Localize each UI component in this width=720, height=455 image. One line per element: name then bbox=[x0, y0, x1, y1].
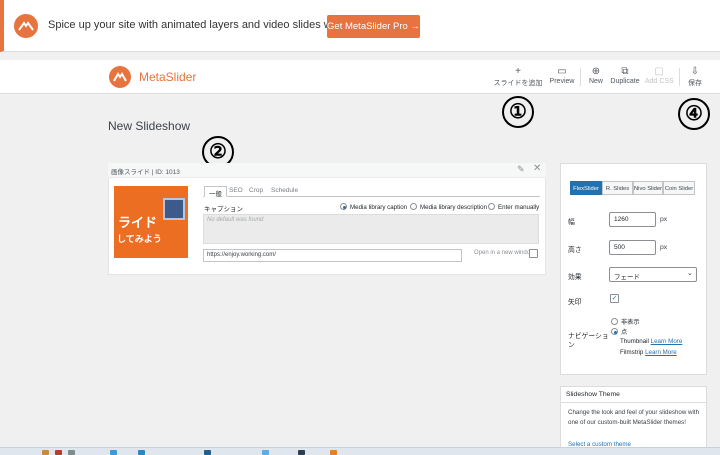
toolbar-divider bbox=[679, 68, 680, 86]
taskbar-app-icon[interactable] bbox=[68, 450, 75, 455]
width-input[interactable]: 1260 bbox=[609, 212, 656, 227]
slide-card-title: 画像スライド | ID: 1013 bbox=[111, 169, 180, 176]
add-css-label: Add CSS bbox=[645, 78, 674, 85]
theme-panel-title: Slideshow Theme bbox=[566, 391, 620, 398]
radio[interactable] bbox=[410, 203, 417, 210]
tab-seo[interactable]: SEO bbox=[225, 186, 247, 197]
toolbar-divider bbox=[580, 68, 581, 86]
video-icon: ▭ bbox=[557, 66, 567, 77]
caption-source-option[interactable]: Media library description bbox=[410, 203, 487, 212]
new-button[interactable]: ⊕ New bbox=[586, 66, 606, 90]
caption-label: キャプション bbox=[204, 206, 243, 213]
metaslider-logo-icon bbox=[14, 14, 38, 38]
plus-icon: + bbox=[515, 66, 521, 77]
caption-source-label: Media library caption bbox=[350, 204, 408, 211]
arrows-label: 矢印 bbox=[568, 299, 582, 306]
radio[interactable] bbox=[488, 203, 495, 210]
nav-option-label: 非表示 bbox=[621, 319, 640, 326]
effect-select[interactable]: フェード bbox=[609, 267, 697, 282]
nav-option-thumbnail[interactable]: Thumbnail Learn More bbox=[620, 338, 682, 345]
radio-selected[interactable] bbox=[340, 203, 347, 210]
navigation-label: ン bbox=[568, 342, 575, 349]
save-label: 保存 bbox=[688, 80, 702, 87]
taskbar-app-icon[interactable] bbox=[55, 450, 62, 455]
nav-option-label: Thumbnail bbox=[620, 338, 649, 345]
new-window-checkbox[interactable] bbox=[529, 249, 538, 258]
tab-general[interactable]: 一般 bbox=[204, 186, 227, 198]
save-icon: ⇩ bbox=[690, 66, 700, 77]
arrows-checkbox[interactable]: ✓ bbox=[610, 294, 619, 303]
close-icon[interactable]: ✕ bbox=[533, 163, 541, 174]
nav-option-filmstrip[interactable]: Filmstrip Learn More bbox=[620, 349, 677, 356]
save-button[interactable]: ⇩ 保存 bbox=[684, 66, 706, 90]
taskbar-app-icon[interactable] bbox=[262, 450, 269, 455]
thumbnail-illustration bbox=[163, 198, 185, 220]
caption-source-option[interactable]: Media library caption bbox=[340, 203, 407, 212]
url-input[interactable]: https://enjoy.working.com/ bbox=[203, 249, 462, 262]
preview-button[interactable]: ▭ Preview bbox=[548, 66, 576, 90]
taskbar-app-icon[interactable] bbox=[330, 450, 337, 455]
caption-source-label: Enter manually bbox=[498, 204, 540, 211]
height-unit: px bbox=[660, 244, 668, 251]
theme-divider bbox=[560, 402, 707, 403]
theme-description: Change the look and feel of your slidesh… bbox=[568, 409, 700, 426]
annotation-4: ④ bbox=[678, 98, 710, 130]
height-input[interactable]: 500 bbox=[609, 240, 656, 255]
nav-option-hidden[interactable]: 非表示 bbox=[611, 317, 640, 326]
effect-label: 効果 bbox=[568, 274, 582, 281]
get-pro-button[interactable]: Get MetaSlider Pro → bbox=[327, 15, 420, 38]
nav-option-label: 点 bbox=[621, 329, 628, 336]
taskbar-app-icon[interactable] bbox=[110, 450, 117, 455]
caption-source-label: Media library description bbox=[420, 204, 488, 211]
duplicate-button[interactable]: ⧉ Duplicate bbox=[608, 66, 642, 90]
slider-type-coin[interactable]: Coin Slider bbox=[663, 181, 695, 195]
new-window-label: Open in a new window bbox=[474, 250, 535, 256]
add-slide-button[interactable]: + スライドを追加 bbox=[492, 66, 544, 90]
learn-more-link[interactable]: Learn More bbox=[645, 349, 677, 356]
add-slide-label: スライドを追加 bbox=[493, 80, 543, 87]
thumbnail-text: してみよう bbox=[117, 234, 162, 244]
radio[interactable] bbox=[611, 318, 618, 325]
slider-type-rslides[interactable]: R. Slides bbox=[602, 181, 633, 195]
taskbar-app-icon[interactable] bbox=[204, 450, 211, 455]
plus-circle-icon: ⊕ bbox=[591, 66, 601, 77]
page-title: New Slideshow bbox=[108, 119, 191, 133]
pencil-icon[interactable]: ✎ bbox=[517, 164, 525, 175]
width-unit: px bbox=[660, 216, 668, 223]
metaslider-logo-icon bbox=[109, 66, 131, 88]
taskbar-app-icon[interactable] bbox=[298, 450, 305, 455]
add-css-button[interactable]: ▢ Add CSS bbox=[645, 66, 674, 90]
width-label: 幅 bbox=[568, 219, 575, 226]
slider-type-nivo[interactable]: Nivo Slider bbox=[633, 181, 663, 195]
learn-more-link[interactable]: Learn More bbox=[651, 338, 683, 345]
radio-selected[interactable] bbox=[611, 328, 618, 335]
chevron-down-icon: ⌄ bbox=[687, 270, 693, 277]
tab-schedule[interactable]: Schedule bbox=[267, 186, 302, 197]
tab-crop[interactable]: Crop bbox=[245, 186, 267, 197]
css-icon: ▢ bbox=[654, 66, 664, 77]
taskbar bbox=[0, 447, 720, 455]
duplicate-label: Duplicate bbox=[610, 78, 640, 85]
slider-type-flexslider[interactable]: FlexSlider bbox=[570, 181, 602, 195]
height-label: 高さ bbox=[568, 247, 582, 254]
duplicate-icon: ⧉ bbox=[621, 66, 629, 77]
taskbar-app-icon[interactable] bbox=[42, 450, 49, 455]
preview-label: Preview bbox=[549, 78, 575, 85]
caption-textarea[interactable]: No default was found bbox=[203, 214, 539, 244]
brand-name: MetaSlider bbox=[139, 70, 197, 84]
taskbar-app-icon[interactable] bbox=[138, 450, 145, 455]
caption-source-option[interactable]: Enter manually bbox=[488, 203, 539, 212]
thumbnail-text: ライド bbox=[118, 215, 158, 230]
annotation-1: ① bbox=[502, 96, 534, 128]
nav-option-label: Filmstrip bbox=[620, 349, 644, 356]
nav-option-dots[interactable]: 点 bbox=[611, 327, 627, 336]
new-label: New bbox=[588, 78, 603, 85]
